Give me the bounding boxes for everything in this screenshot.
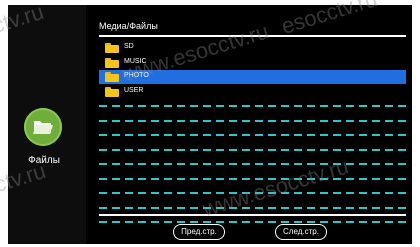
folder-label: MUSIC <box>124 57 147 65</box>
divider <box>99 35 406 37</box>
prev-page-button[interactable]: Пред.стр. <box>173 224 225 240</box>
folder-icon <box>105 57 119 68</box>
dashed-placeholder <box>99 206 406 209</box>
empty-row <box>99 157 406 171</box>
next-page-button[interactable]: След.стр. <box>275 224 327 240</box>
folder-label: PHOTO <box>124 72 149 79</box>
folder-row[interactable]: SD <box>99 41 406 55</box>
dashed-placeholder <box>99 192 406 194</box>
folder-open-icon <box>33 121 53 134</box>
empty-row <box>99 215 406 229</box>
empty-row <box>99 186 406 200</box>
empty-row <box>99 143 406 157</box>
folder-row[interactable]: MUSIC <box>99 56 406 70</box>
dashed-placeholder <box>99 105 406 107</box>
divider <box>99 214 406 216</box>
files-app-icon[interactable] <box>24 108 62 146</box>
empty-row <box>99 128 406 142</box>
folder-icon <box>105 72 119 82</box>
sidebar: Файлы <box>8 5 86 244</box>
empty-row <box>99 172 406 186</box>
empty-row <box>99 114 406 128</box>
folder-icon <box>105 86 119 97</box>
dashed-placeholder <box>99 177 406 180</box>
empty-row <box>99 201 406 215</box>
folder-row[interactable]: PHOTO <box>99 70 406 84</box>
page-title: Медиа/Файлы <box>99 21 158 31</box>
file-browser-screen: Файлы Медиа/Файлы SD MUSIC PHOTO USER Пред.… <box>8 5 412 244</box>
folder-row[interactable]: USER <box>99 85 406 99</box>
dashed-placeholder <box>99 221 406 223</box>
app-label: Файлы <box>28 155 60 166</box>
dashed-placeholder <box>99 134 406 136</box>
dashed-placeholder <box>99 163 406 165</box>
dashed-placeholder <box>99 119 406 122</box>
folder-label: USER <box>124 86 144 94</box>
dashed-placeholder <box>99 148 406 151</box>
empty-row <box>99 99 406 113</box>
folder-label: SD <box>124 43 134 50</box>
folder-icon <box>105 43 119 53</box>
